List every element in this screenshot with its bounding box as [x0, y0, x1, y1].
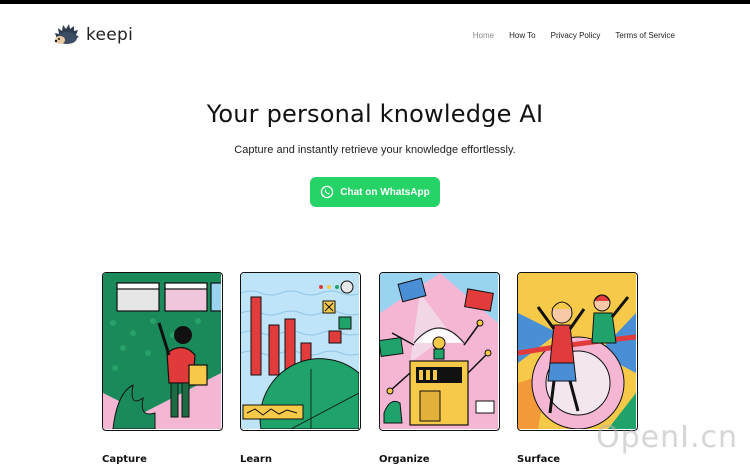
chat-on-whatsapp-button[interactable]: Chat on WhatsApp	[310, 177, 440, 207]
brand-logo[interactable]: keepi	[54, 24, 133, 46]
hero-subtitle: Capture and instantly retrieve your know…	[234, 144, 516, 156]
whatsapp-icon	[321, 185, 334, 199]
feature-card-capture[interactable]: Capture	[102, 272, 223, 465]
feature-label-capture: Capture	[102, 454, 147, 465]
cta-label: Chat on WhatsApp	[340, 186, 430, 198]
brand-name: keepi	[86, 25, 134, 45]
nav-how-to[interactable]: How To	[509, 31, 536, 40]
feature-cards: Capture Learn Organize Surface	[102, 272, 642, 465]
organize-illustration	[379, 272, 500, 431]
hero-title: Your personal knowledge AI	[206, 100, 544, 128]
capture-illustration	[102, 272, 223, 431]
nav-home[interactable]: Home	[473, 31, 494, 40]
feature-label-learn: Learn	[240, 454, 272, 465]
surface-illustration	[517, 272, 638, 431]
nav-privacy-policy[interactable]: Privacy Policy	[551, 31, 601, 40]
feature-card-organize[interactable]: Organize	[379, 272, 500, 465]
hedgehog-icon	[54, 24, 79, 44]
learn-illustration	[240, 272, 361, 431]
main-nav: Home How To Privacy Policy Terms of Serv…	[473, 31, 675, 40]
watermark: OpenI.cn	[595, 420, 738, 455]
site-header: keepi Home How To Privacy Policy Terms o…	[0, 4, 750, 66]
feature-label-organize: Organize	[379, 454, 430, 465]
feature-label-surface: Surface	[517, 454, 561, 465]
feature-card-learn[interactable]: Learn	[240, 272, 361, 465]
nav-terms-of-service[interactable]: Terms of Service	[615, 31, 675, 40]
